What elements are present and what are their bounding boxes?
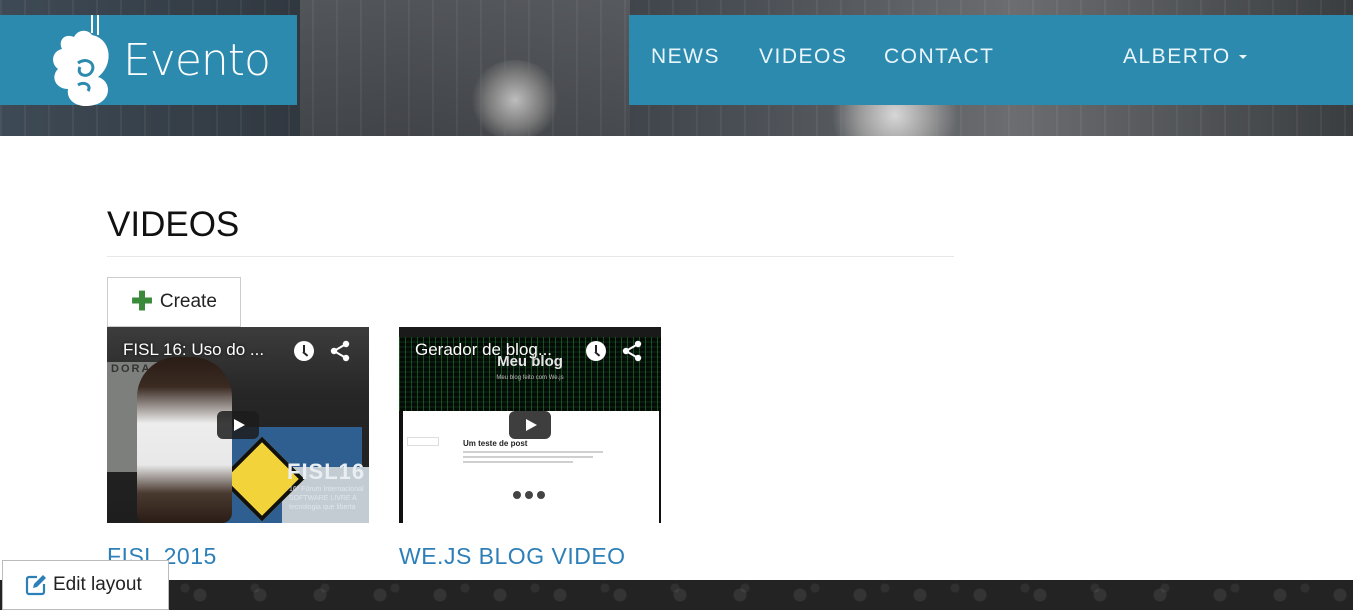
- edit-layout-label: Edit layout: [53, 574, 142, 595]
- thumb-topbar: [399, 327, 661, 337]
- edit-icon: [25, 575, 46, 596]
- hero-banner: Evento NEWS VIDEOS CONTACT ALBERTO: [0, 0, 1353, 136]
- thumb-post-line: [463, 456, 593, 458]
- thumb-edge: [659, 411, 661, 523]
- user-name: ALBERTO: [1123, 45, 1231, 68]
- create-button[interactable]: ✚ Create: [107, 277, 241, 327]
- main-navbar: NEWS VIDEOS CONTACT ALBERTO: [629, 15, 1353, 105]
- thumb-post-line: [463, 461, 573, 463]
- page-title: VIDEOS: [107, 205, 240, 244]
- brand-link[interactable]: Evento: [0, 15, 297, 107]
- title-divider: [107, 256, 954, 257]
- plus-icon: ✚: [131, 285, 153, 316]
- footer-pattern: [0, 580, 1353, 610]
- video-overlay-title[interactable]: FISL 16: Uso do ...: [123, 340, 264, 360]
- video-link-wejs[interactable]: WE.JS BLOG VIDEO: [399, 543, 626, 570]
- video-player-fisl[interactable]: DORA FISL16 16º Fórum Internacional SOFT…: [107, 327, 369, 523]
- video-player-wejs[interactable]: Meu blog Meu blog feito com We.js Um tes…: [399, 327, 661, 523]
- hero-photo-figure: [470, 60, 560, 136]
- play-icon[interactable]: [217, 411, 259, 439]
- thumb-banner-text: FISL16: [287, 459, 366, 484]
- thumb-social-dot: [525, 491, 533, 499]
- nav-videos[interactable]: VIDEOS: [759, 45, 847, 69]
- thumb-post-line: [463, 451, 603, 453]
- clock-icon[interactable]: [586, 341, 606, 361]
- footer: [0, 580, 1353, 610]
- thumb-social-dot: [537, 491, 545, 499]
- thumb-blog-subtitle: Meu blog feito com We.js: [496, 375, 564, 381]
- thumb-banner-subtext: 16º Fórum Internacional SOFTWARE LIVRE A…: [289, 486, 364, 511]
- edit-layout-button[interactable]: Edit layout: [2, 560, 169, 610]
- clock-icon[interactable]: [294, 341, 314, 361]
- nav-contact[interactable]: CONTACT: [884, 45, 994, 69]
- share-icon[interactable]: [620, 339, 644, 363]
- thumb-social-dot: [513, 491, 521, 499]
- caret-down-icon: [1238, 55, 1247, 59]
- evento-logo-icon: [53, 15, 109, 107]
- thumb-social-icons: [513, 491, 545, 499]
- thumb-speaker: [137, 357, 232, 523]
- user-menu[interactable]: ALBERTO: [1123, 45, 1247, 69]
- create-button-label: Create: [159, 291, 217, 312]
- nav-news[interactable]: NEWS: [651, 45, 720, 69]
- thumb-sidebar-box: [407, 437, 439, 446]
- video-overlay-title[interactable]: Gerador de blog...: [415, 340, 552, 360]
- brand-name: Evento: [123, 35, 271, 86]
- share-icon[interactable]: [328, 339, 352, 363]
- play-icon[interactable]: [509, 411, 551, 439]
- thumb-post-title: Um teste de post: [463, 439, 528, 448]
